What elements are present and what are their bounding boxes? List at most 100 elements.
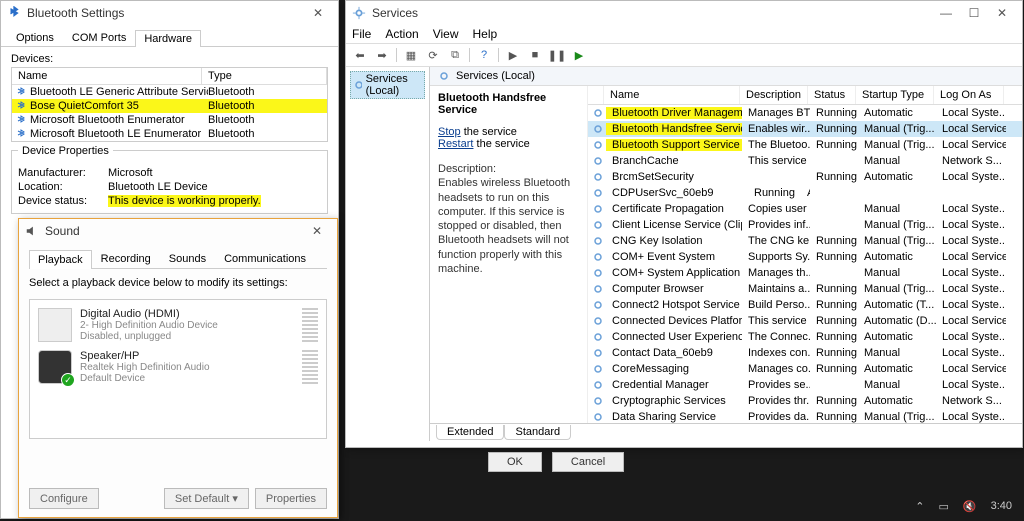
volume-meter (302, 350, 318, 384)
tab-options[interactable]: Options (7, 29, 63, 46)
col-name[interactable]: Name (12, 68, 202, 84)
playback-desc: Select a playback device below to modify… (29, 277, 327, 289)
play-icon[interactable]: ▶ (503, 46, 523, 64)
col-logon-as[interactable]: Log On As (934, 86, 1004, 104)
service-row[interactable]: Contact Data_60eb9Indexes con...RunningM… (588, 345, 1022, 361)
tab-playback[interactable]: Playback (29, 250, 92, 269)
service-row[interactable]: CDPUserSvc_60eb9RunningAutomaticLocal Sy… (588, 185, 1022, 201)
device-row[interactable]: Bluetooth LE Generic Attribute ServiceBl… (12, 85, 327, 99)
devices-table: Name Type Bluetooth LE Generic Attribute… (11, 67, 328, 142)
sound-tabs: Playback Recording Sounds Communications (29, 249, 327, 269)
gear-icon (592, 251, 604, 263)
cancel-button[interactable]: Cancel (552, 452, 624, 472)
device-row[interactable]: Bose QuietComfort 35Bluetooth (12, 99, 327, 113)
menu-action[interactable]: Action (385, 27, 418, 41)
device-properties: Device Properties Manufacturer:Microsoft… (11, 150, 328, 214)
tab-communications[interactable]: Communications (215, 249, 315, 268)
menu-view[interactable]: View (433, 27, 459, 41)
gear-icon (592, 363, 604, 375)
stop-icon[interactable]: ■ (525, 46, 545, 64)
link-restart[interactable]: Restart (438, 138, 473, 150)
export-icon[interactable]: ⧉ (445, 46, 465, 64)
svc-grid[interactable]: Name Description Status Startup Type Log… (588, 86, 1022, 423)
service-row[interactable]: Certificate PropagationCopies user ...Ma… (588, 201, 1022, 217)
pause-icon[interactable]: ❚❚ (547, 46, 567, 64)
clock[interactable]: 3:40 (991, 500, 1012, 512)
bluetooth-icon (7, 6, 21, 20)
tab-com-ports[interactable]: COM Ports (63, 29, 135, 46)
service-row[interactable]: Bluetooth Driver Managem...Manages BT...… (588, 105, 1022, 121)
svc-titlebar[interactable]: Services — ☐ ✕ (346, 1, 1022, 25)
service-row[interactable]: Bluetooth Handsfree ServiceEnables wir..… (588, 121, 1022, 137)
service-row[interactable]: Connected Devices Platfor...This service… (588, 313, 1022, 329)
service-row[interactable]: BranchCacheThis service ...ManualNetwork… (588, 153, 1022, 169)
service-row[interactable]: BrcmSetSecurityRunningAutomaticLocal Sys… (588, 169, 1022, 185)
volume-icon[interactable]: 🔇 (963, 500, 977, 513)
refresh-icon[interactable]: ⟳ (423, 46, 443, 64)
service-row[interactable]: Client License Service (ClipS...Provides… (588, 217, 1022, 233)
props-group-label: Device Properties (18, 145, 113, 157)
col-description[interactable]: Description (740, 86, 808, 104)
maximize-icon[interactable]: ☐ (960, 3, 988, 23)
playback-device-item[interactable]: ✓Speaker/HPRealtek High Definition Audio… (34, 346, 322, 388)
device-icon: ✓ (38, 350, 72, 384)
svc-selected-name: Bluetooth Handsfree Service (438, 92, 579, 116)
service-row[interactable]: COM+ System ApplicationManages th...Manu… (588, 265, 1022, 281)
restart-icon[interactable]: ▶ (569, 46, 589, 64)
svc-tree[interactable]: Services (Local) (346, 67, 430, 441)
playback-device-list[interactable]: Digital Audio (HDMI)2- High Definition A… (29, 299, 327, 439)
menu-file[interactable]: File (352, 27, 371, 41)
service-row[interactable]: Computer BrowserMaintains a...RunningMan… (588, 281, 1022, 297)
service-row[interactable]: CoreMessagingManages co...RunningAutomat… (588, 361, 1022, 377)
link-stop[interactable]: Stop (438, 126, 461, 138)
gear-icon (592, 155, 604, 167)
bt-tabs: Options COM Ports Hardware (1, 25, 338, 47)
close-icon[interactable]: ✕ (304, 3, 332, 23)
forward-icon[interactable]: ➡ (372, 46, 392, 64)
service-row[interactable]: COM+ Event SystemSupports Sy...RunningAu… (588, 249, 1022, 265)
properties-button[interactable]: Properties (255, 488, 327, 509)
service-row[interactable]: CNG Key IsolationThe CNG ke...RunningMan… (588, 233, 1022, 249)
gear-icon (592, 203, 604, 215)
col-name[interactable]: Name (604, 86, 740, 104)
service-row[interactable]: Credential ManagerProvides se...ManualLo… (588, 377, 1022, 393)
tab-sounds[interactable]: Sounds (160, 249, 215, 268)
tree-node-services-local[interactable]: Services (Local) (350, 71, 425, 99)
taskbar: ⌃ ▭ 🔇 3:40 (700, 491, 1024, 521)
configure-button[interactable]: Configure (29, 488, 99, 509)
gear-icon (592, 187, 604, 199)
col-type[interactable]: Type (202, 68, 327, 84)
service-row[interactable]: Connect2 Hotspot ServiceBuild Perso...Ru… (588, 297, 1022, 313)
bt-titlebar[interactable]: Bluetooth Settings ✕ (1, 1, 338, 25)
back-icon[interactable]: ⬅ (350, 46, 370, 64)
device-row[interactable]: Microsoft Bluetooth LE EnumeratorBluetoo… (12, 127, 327, 141)
gear-icon (592, 107, 604, 119)
set-default-button[interactable]: Set Default ▾ (164, 488, 249, 509)
menu-help[interactable]: Help (473, 27, 498, 41)
tab-hardware[interactable]: Hardware (135, 30, 201, 47)
chevron-up-icon[interactable]: ⌃ (915, 500, 924, 513)
bt-title: Bluetooth Settings (27, 6, 124, 20)
playback-device-item[interactable]: Digital Audio (HDMI)2- High Definition A… (34, 304, 322, 346)
svc-pane-title: Services (Local) (430, 67, 1022, 86)
tab-extended[interactable]: Extended (436, 425, 504, 440)
help-icon[interactable]: ? (474, 46, 494, 64)
close-icon[interactable]: ✕ (303, 221, 331, 241)
close-icon[interactable]: ✕ (988, 3, 1016, 23)
service-row[interactable]: Data Sharing ServiceProvides da...Runnin… (588, 409, 1022, 423)
tab-standard[interactable]: Standard (504, 425, 571, 440)
tab-recording[interactable]: Recording (92, 249, 160, 268)
ok-button[interactable]: OK (488, 452, 542, 472)
service-row[interactable]: Bluetooth Support ServiceThe Bluetoo...R… (588, 137, 1022, 153)
gear-icon (592, 171, 604, 183)
minimize-icon[interactable]: — (932, 3, 960, 23)
service-row[interactable]: Cryptographic ServicesProvides thr...Run… (588, 393, 1022, 409)
properties-icon[interactable]: ▦ (401, 46, 421, 64)
service-row[interactable]: Connected User Experience...The Connec..… (588, 329, 1022, 345)
battery-icon[interactable]: ▭ (938, 500, 948, 513)
gear-icon (592, 331, 604, 343)
device-row[interactable]: Microsoft Bluetooth EnumeratorBluetooth (12, 113, 327, 127)
col-startup-type[interactable]: Startup Type (856, 86, 934, 104)
col-status[interactable]: Status (808, 86, 856, 104)
sound-titlebar[interactable]: Sound ✕ (19, 219, 337, 243)
